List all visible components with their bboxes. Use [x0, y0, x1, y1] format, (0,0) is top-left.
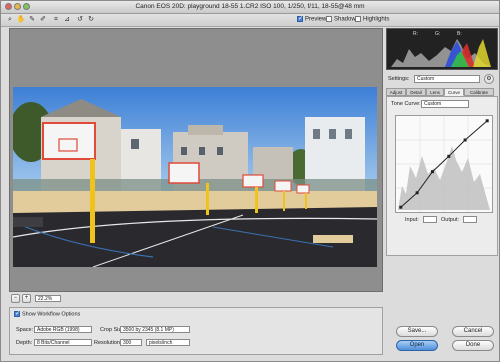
crop-tool-icon[interactable]: ⌗ — [51, 15, 61, 25]
resolution-label: Resolution: — [94, 340, 122, 346]
open-button[interactable]: Open — [396, 340, 438, 351]
zoom-level-select[interactable]: 22.2% — [35, 295, 61, 302]
settings-row: Settings: Custom ⚙ — [386, 74, 498, 84]
preview-checkbox[interactable] — [297, 15, 303, 22]
blue-readout: B: — [457, 31, 462, 37]
zoom-in-button[interactable]: + — [22, 294, 31, 303]
green-readout: G: — [435, 31, 441, 37]
depth-label: Depth: — [16, 340, 33, 346]
curve-output-field[interactable] — [463, 216, 477, 223]
title-bar: Canon EOS 20D: playground 18-55 1.CR2 IS… — [1, 1, 499, 14]
zoom-out-button[interactable]: − — [11, 294, 20, 303]
preview-image — [13, 87, 377, 267]
save-button[interactable]: Save... — [396, 326, 438, 337]
histogram: R: G: B: — [386, 28, 498, 70]
tone-curve-panel: Tone Curve: Custom Input: Output: — [386, 96, 498, 256]
curve-control-point[interactable] — [399, 205, 403, 209]
tone-curve-select[interactable]: Custom — [421, 100, 469, 108]
hand-tool-icon[interactable]: ✋ — [16, 15, 26, 25]
cancel-button[interactable]: Cancel — [452, 326, 494, 337]
white-balance-tool-icon[interactable]: ✎ — [27, 15, 37, 25]
tone-curve-graph[interactable] — [395, 115, 493, 213]
workflow-options-panel: Show Workflow Options Space: Adobe RGB (… — [9, 307, 383, 355]
show-workflow-label: Show Workflow Options — [22, 311, 81, 318]
tone-curve-label: Tone Curve: — [391, 101, 421, 107]
histogram-graph — [391, 39, 491, 67]
side-panel: R: G: B: Settings: Custom ⚙ Adjust Detai… — [386, 28, 498, 358]
window-title: Canon EOS 20D: playground 18-55 1.CR2 IS… — [135, 3, 365, 10]
curve-output-label: Output: — [441, 217, 460, 223]
tab-curve[interactable]: Curve — [444, 88, 464, 96]
tab-lens[interactable]: Lens — [426, 88, 444, 96]
curve-control-point[interactable] — [415, 191, 419, 195]
playground-photo — [13, 87, 377, 267]
space-label: Space: — [16, 327, 34, 333]
done-button[interactable]: Done — [452, 340, 494, 351]
tab-calibrate[interactable]: Calibrate — [464, 88, 494, 96]
space-select[interactable]: Adobe RGB (1998) — [34, 326, 92, 333]
settings-menu-button[interactable]: ⚙ — [484, 74, 494, 84]
curve-input-label: Input: — [405, 217, 419, 223]
show-workflow-toggle[interactable]: Show Workflow Options — [14, 310, 81, 318]
resolution-field[interactable]: 300 — [120, 339, 142, 346]
shadows-toggle[interactable]: Shadows — [326, 16, 359, 23]
depth-select[interactable]: 8 Bits/Channel — [34, 339, 92, 346]
show-workflow-checkbox[interactable] — [14, 310, 20, 317]
tab-detail[interactable]: Detail — [406, 88, 426, 96]
highlights-toggle[interactable]: Highlights — [355, 16, 389, 23]
red-readout: R: — [413, 31, 418, 37]
highlights-checkbox[interactable] — [355, 16, 361, 22]
camera-raw-window: Canon EOS 20D: playground 18-55 1.CR2 IS… — [0, 0, 500, 362]
settings-select[interactable]: Custom — [414, 75, 480, 83]
curve-control-point[interactable] — [430, 170, 434, 174]
preview-toggle[interactable]: Preview — [297, 15, 327, 23]
tab-adjust[interactable]: Adjust — [386, 88, 406, 96]
shadows-checkbox[interactable] — [326, 16, 332, 22]
toolbar: ⌕ ✋ ✎ ✐ ⌗ ⊿ ↺ ↻ Preview Shadows Highligh… — [1, 14, 499, 27]
rotate-cw-icon[interactable]: ↻ — [86, 15, 96, 25]
highlights-label: Highlights — [363, 16, 390, 23]
curve-control-point[interactable] — [463, 138, 467, 142]
curve-control-point[interactable] — [447, 154, 451, 158]
resolution-unit-select[interactable]: pixels/inch — [146, 339, 190, 346]
curve-input-field[interactable] — [423, 216, 437, 223]
straighten-tool-icon[interactable]: ⊿ — [62, 15, 72, 25]
zoom-bar: − + 22.2% — [9, 293, 383, 305]
color-sampler-tool-icon[interactable]: ✐ — [38, 15, 48, 25]
settings-label: Settings: — [388, 76, 410, 82]
zoom-tool-icon[interactable]: ⌕ — [5, 15, 15, 25]
rotate-ccw-icon[interactable]: ↺ — [75, 15, 85, 25]
curve-control-point[interactable] — [485, 119, 489, 123]
preview-label: Preview — [305, 16, 327, 23]
crop-size-select[interactable]: 3500 by 2345 (8.1 MP) — [120, 326, 190, 333]
adjustment-tabs: Adjust Detail Lens Curve Calibrate — [386, 88, 498, 96]
